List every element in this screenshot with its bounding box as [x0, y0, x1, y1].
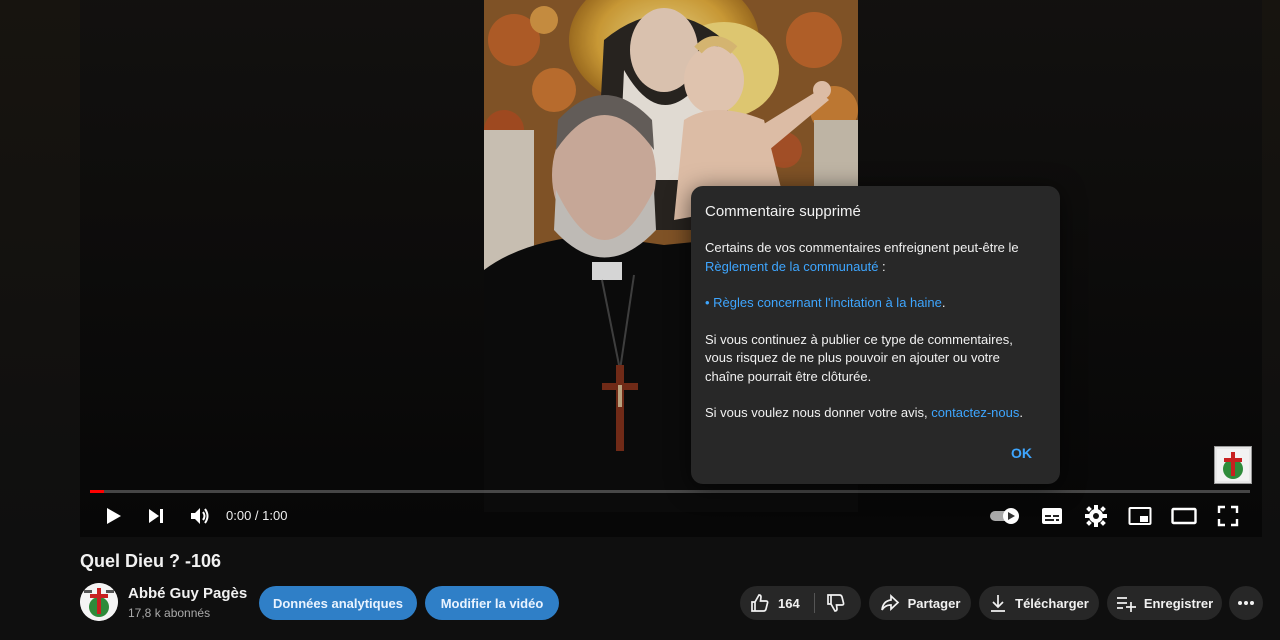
channel-watermark-logo[interactable] — [1214, 446, 1252, 484]
subtitles-icon — [1042, 508, 1062, 524]
video-title: Quel Dieu ? -106 — [80, 551, 222, 571]
progress-bar-played — [90, 490, 104, 493]
analytics-button[interactable]: Données analytiques — [259, 586, 417, 620]
next-video-button[interactable] — [140, 496, 172, 536]
edit-video-button[interactable]: Modifier la vidéo — [425, 586, 559, 620]
player-controls: 0:00 / 1:00 — [80, 496, 1262, 536]
settings-gear-icon — [1085, 505, 1107, 527]
thumbs-down-icon — [827, 594, 845, 612]
dialog-warning-text: Si vous continuez à publier ce type de c… — [705, 331, 1013, 384]
channel-avatar[interactable] — [80, 583, 118, 621]
subscriber-count: 17,8 k abonnés — [128, 606, 211, 620]
video-player[interactable]: 0:00 / 1:00 — [80, 0, 1262, 537]
share-button[interactable]: Partager — [869, 586, 971, 620]
dialog-intro-paragraph: Certains de vos commentaires enfreignent… — [705, 239, 1040, 276]
like-button[interactable]: 164 — [750, 593, 800, 613]
time-display: 0:00 / 1:00 — [226, 508, 288, 523]
dialog-policy-paragraph: • Règles concernant l'incitation à la ha… — [705, 294, 1040, 313]
save-to-playlist-button[interactable]: Enregistrer — [1107, 586, 1222, 620]
settings-button[interactable] — [1079, 496, 1113, 536]
next-icon — [149, 509, 163, 523]
theater-mode-icon — [1171, 507, 1197, 525]
feedback-suffix: . — [1019, 405, 1023, 420]
dialog-ok-button[interactable]: OK — [1011, 444, 1032, 463]
autoplay-toggle-icon — [990, 508, 1019, 524]
dialog-feedback-paragraph: Si vous voulez nous donner votre avis, c… — [705, 404, 1040, 423]
more-actions-button[interactable] — [1229, 586, 1263, 620]
contact-us-link[interactable]: contactez-nous — [931, 405, 1019, 420]
more-horizontal-icon — [1238, 601, 1254, 605]
community-guidelines-link[interactable]: Règlement de la communauté — [705, 259, 878, 274]
play-button[interactable] — [96, 496, 130, 536]
share-label: Partager — [907, 595, 961, 611]
thumbs-up-icon — [751, 594, 769, 612]
hate-speech-policy-link[interactable]: • Règles concernant l'incitation à la ha… — [705, 295, 942, 310]
dialog-title: Commentaire supprimé — [705, 203, 861, 220]
download-label: Télécharger — [1015, 595, 1089, 611]
fullscreen-icon — [1217, 505, 1239, 527]
like-dislike-divider — [814, 593, 815, 613]
autoplay-toggle[interactable] — [985, 496, 1025, 536]
subtitles-button[interactable] — [1035, 496, 1069, 536]
dislike-button[interactable] — [826, 593, 846, 613]
download-icon — [991, 595, 1006, 612]
playlist-add-icon — [1116, 597, 1136, 612]
miniplayer-button[interactable] — [1123, 496, 1157, 536]
progress-bar[interactable] — [90, 490, 1250, 493]
share-arrow-icon — [880, 594, 899, 611]
fullscreen-button[interactable] — [1211, 496, 1245, 536]
download-button[interactable]: Télécharger — [979, 586, 1099, 620]
save-label: Enregistrer — [1143, 595, 1214, 611]
theater-mode-button[interactable] — [1167, 496, 1201, 536]
watermark-cross-icon — [1217, 449, 1249, 481]
volume-icon — [191, 508, 209, 524]
mute-button[interactable] — [184, 496, 216, 536]
comment-removed-dialog: Commentaire supprimé Certains de vos com… — [691, 186, 1060, 484]
like-dislike-group: 164 — [740, 586, 861, 620]
miniplayer-icon — [1128, 507, 1152, 525]
policy-link-suffix: . — [941, 295, 946, 310]
like-count: 164 — [778, 595, 800, 611]
feedback-text: Si vous voulez nous donner votre avis, — [705, 405, 932, 420]
channel-logo-icon — [80, 583, 118, 621]
channel-name[interactable]: Abbé Guy Pagès — [128, 585, 247, 602]
community-link-suffix: : — [878, 258, 886, 274]
dialog-intro-text: Certains de vos commentaires enfreignent… — [705, 240, 1019, 255]
play-icon — [107, 508, 121, 524]
